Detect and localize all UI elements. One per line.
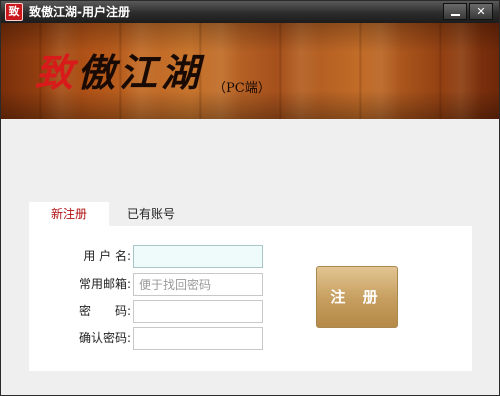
minimize-icon xyxy=(450,14,460,16)
email-input[interactable] xyxy=(133,273,263,296)
banner: 致傲江湖 （PC端） xyxy=(1,23,499,119)
password-input[interactable] xyxy=(133,300,263,323)
confirm-password-input[interactable] xyxy=(133,327,263,350)
logo-text: 傲江湖 xyxy=(77,50,204,95)
register-button[interactable]: 注 册 xyxy=(316,266,398,328)
close-button[interactable]: ✕ xyxy=(469,3,493,20)
password-label: 密 码: xyxy=(78,304,131,318)
minimize-button[interactable] xyxy=(443,3,467,20)
tab-new-register[interactable]: 新注册 xyxy=(29,202,109,226)
logo-first-char: 致 xyxy=(35,50,78,95)
username-input[interactable] xyxy=(133,245,263,268)
register-form: 用 户 名: 常用邮箱: 密 码: 确认密码: 注 册 xyxy=(29,226,472,371)
app-logo-icon: 致 xyxy=(5,3,23,21)
banner-logo: 致傲江湖 xyxy=(35,51,203,95)
title-bar[interactable]: 致 致傲江湖-用户注册 ✕ xyxy=(1,1,499,23)
logo-subtitle: （PC端） xyxy=(213,81,271,96)
email-label: 常用邮箱: xyxy=(78,277,131,291)
close-icon: ✕ xyxy=(476,5,486,18)
register-window: 致 致傲江湖-用户注册 ✕ 致傲江湖 （PC端） 新注册 已有账号 用 户 名:… xyxy=(0,0,500,396)
username-label: 用 户 名: xyxy=(83,249,131,263)
tab-existing-account[interactable]: 已有账号 xyxy=(109,202,193,226)
window-title: 致傲江湖-用户注册 xyxy=(29,5,130,19)
confirm-password-label: 确认密码: xyxy=(78,331,131,345)
